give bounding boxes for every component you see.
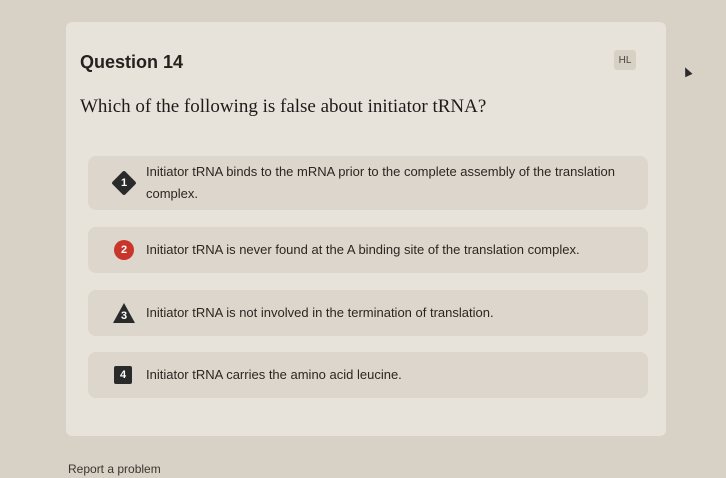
answer-option-3[interactable]: 3 Initiator tRNA is not involved in the …: [88, 290, 648, 336]
report-problem-link[interactable]: Report a problem: [68, 462, 161, 476]
mouse-cursor-icon: [681, 65, 693, 78]
option-3-text: Initiator tRNA is not involved in the te…: [146, 305, 494, 320]
option-1-text: Initiator tRNA binds to the mRNA prior t…: [146, 164, 615, 201]
answer-option-4[interactable]: 4 Initiator tRNA carries the amino acid …: [88, 352, 648, 398]
question-prompt: Which of the following is false about in…: [80, 96, 487, 117]
question-title: Question 14: [80, 52, 184, 72]
option-3-number-triangle-icon: 3: [113, 303, 135, 323]
answer-option-1[interactable]: 1 Initiator tRNA binds to the mRNA prior…: [88, 156, 648, 210]
option-4-text: Initiator tRNA carries the amino acid le…: [146, 367, 402, 382]
option-2-text: Initiator tRNA is never found at the A b…: [146, 242, 580, 257]
question-card: Question 14 HL Which of the following is…: [66, 22, 666, 436]
answer-option-2[interactable]: 2 Initiator tRNA is never found at the A…: [88, 227, 648, 273]
option-1-number-diamond-icon: 1: [114, 173, 134, 193]
level-badge: HL: [614, 50, 636, 70]
option-2-number-circle-icon: 2: [114, 240, 134, 260]
option-4-number-square-icon: 4: [114, 366, 132, 384]
